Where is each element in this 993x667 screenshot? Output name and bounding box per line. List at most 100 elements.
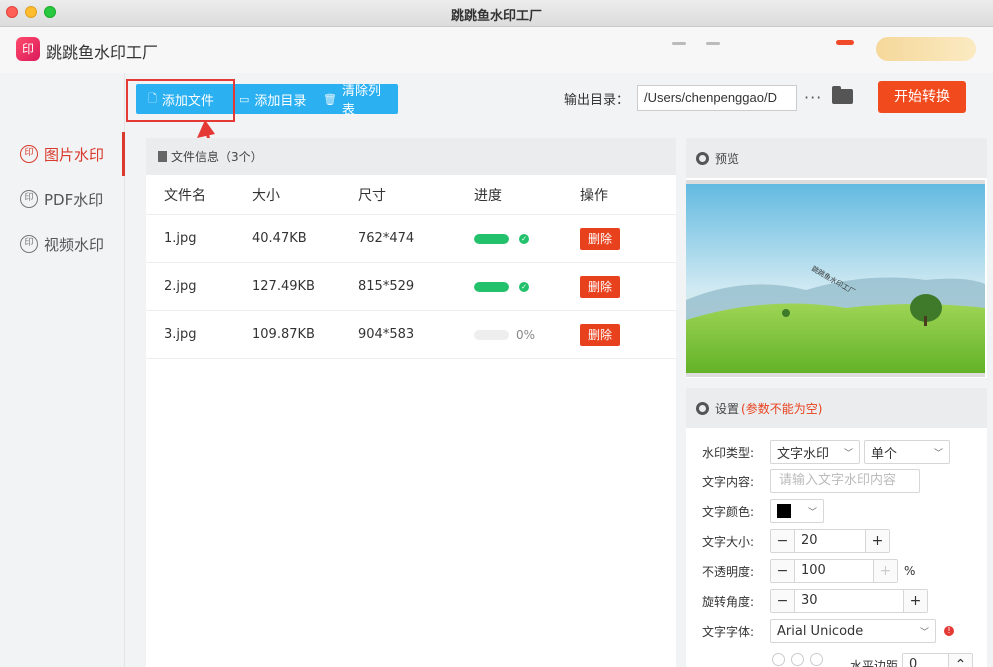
add-directory-label: 添加目录	[254, 93, 307, 109]
check-icon: ✓	[519, 281, 529, 292]
file-name-cell: 1.jpg	[164, 231, 197, 246]
app-name: 跳跳鱼水印工厂	[46, 43, 159, 62]
watermark-type-label: 水印类型:	[702, 445, 755, 460]
file-panel-title: 文件信息（3个）	[171, 150, 263, 164]
font-row: 文字字体: Arial Unicode ﹀ !	[702, 619, 954, 643]
progress-bar	[474, 281, 509, 292]
check-icon: ✓	[519, 233, 529, 244]
more-options-button[interactable]: ···	[804, 88, 822, 107]
font-select[interactable]: Arial Unicode ﹀	[770, 619, 936, 643]
font-label: 文字字体:	[702, 624, 755, 639]
file-dims-cell: 762*474	[358, 231, 415, 246]
progress-fill	[474, 281, 509, 292]
table-row: 2.jpg 127.49KB 815*529 ✓ 删除	[146, 263, 676, 311]
column-header: 进度	[474, 187, 502, 204]
column-header: 大小	[252, 187, 280, 204]
error-icon: !	[944, 626, 954, 636]
sidebar-item-label: 视频水印	[44, 235, 105, 254]
start-convert-button[interactable]: 开始转换	[878, 81, 966, 113]
delete-button[interactable]: 删除	[580, 323, 621, 346]
preview-panel: 预览 跳跳鱼水印工厂	[686, 138, 987, 378]
rotation-input[interactable]: 30	[794, 590, 904, 612]
watermark-type-select[interactable]: 文字水印 ﹀	[770, 440, 860, 464]
position-options	[772, 653, 823, 666]
horizontal-margin-stepper-button[interactable]: ⌃	[949, 654, 973, 667]
header-menu-icon[interactable]	[672, 42, 686, 45]
table-row: 1.jpg 40.47KB 762*474 ✓ 删除	[146, 215, 676, 263]
text-size-input[interactable]: 20	[794, 530, 866, 552]
settings-panel: 设置 (参数不能为空) 水印类型: 文字水印 ﹀ 单个 ﹀ 文字内容: 请输入文…	[686, 388, 987, 667]
horizontal-margin-label: 水平边距	[850, 658, 899, 667]
trash-icon: 🗑	[323, 92, 337, 106]
header-vip-badge[interactable]	[876, 37, 976, 61]
increase-opacity-button[interactable]: +	[874, 560, 897, 582]
decrease-rotation-button[interactable]: −	[771, 590, 794, 612]
column-header: 文件名	[164, 187, 206, 204]
settings-header: 设置 (参数不能为空)	[686, 388, 987, 428]
app-header: 印 跳跳鱼水印工厂	[0, 27, 993, 73]
table-header: 文件名 大小 尺寸 进度 操作	[146, 175, 676, 215]
app-logo-icon: 印	[16, 37, 40, 61]
increase-size-button[interactable]: +	[866, 530, 889, 552]
text-size-label: 文字大小:	[702, 534, 755, 549]
clear-list-button[interactable]: 🗑 清除列表	[315, 84, 398, 118]
file-name-cell: 3.jpg	[164, 327, 197, 342]
delete-button[interactable]: 删除	[580, 275, 621, 298]
progress-cell: 0%	[474, 328, 580, 342]
opacity-input[interactable]: 100	[794, 560, 874, 582]
open-folder-icon[interactable]	[832, 86, 853, 104]
font-value: Arial Unicode	[777, 623, 864, 639]
action-cell: 删除	[580, 227, 676, 250]
clear-list-label: 清除列表	[341, 84, 381, 118]
annotation-highlight-box	[126, 79, 235, 122]
progress-percent: 0%	[516, 327, 536, 342]
text-content-input[interactable]: 请输入文字水印内容	[770, 469, 920, 493]
file-dims-cell: 815*529	[358, 279, 415, 294]
decrease-opacity-button[interactable]: −	[771, 560, 794, 582]
sidebar-item-label: 图片水印	[44, 145, 105, 164]
chevron-down-icon: ﹀	[919, 627, 929, 638]
progress-fill	[474, 233, 509, 244]
progress-bar	[474, 329, 509, 340]
gear-icon	[696, 401, 709, 415]
horizontal-margin-input[interactable]: 0	[903, 654, 950, 667]
text-color-picker[interactable]: ﹀	[770, 499, 824, 523]
file-size-cell: 127.49KB	[252, 279, 315, 294]
action-cell: 删除	[580, 323, 676, 346]
watermark-mode-select[interactable]: 单个 ﹀	[864, 440, 950, 464]
stamp-icon: 印	[20, 190, 38, 208]
chevron-down-icon: ﹀	[807, 507, 817, 518]
horizontal-margin-stepper: 0 ⌃	[902, 653, 974, 667]
action-cell: 删除	[580, 275, 676, 298]
sidebar-item-image-watermark[interactable]: 印 图片水印	[0, 132, 125, 176]
file-size-cell: 40.47KB	[252, 231, 307, 246]
increase-rotation-button[interactable]: +	[904, 590, 927, 612]
table-row: 3.jpg 109.87KB 904*583 0% 删除	[146, 311, 676, 359]
opacity-row: 不透明度: − 100 + %	[702, 559, 915, 583]
file-name-cell: 2.jpg	[164, 279, 197, 294]
settings-title: 设置	[715, 401, 740, 416]
gear-icon	[696, 151, 709, 165]
preview-title: 预览	[715, 151, 740, 166]
opacity-unit: %	[904, 564, 916, 578]
sidebar-item-pdf-watermark[interactable]: 印 PDF水印	[0, 177, 125, 221]
position-radio[interactable]	[810, 653, 823, 666]
decrease-size-button[interactable]: −	[771, 530, 794, 552]
sidebar-item-label: PDF水印	[44, 190, 104, 209]
watermark-mode-value: 单个	[871, 446, 898, 462]
document-icon	[158, 151, 167, 162]
output-dir-input[interactable]: /Users/chenpenggao/D	[637, 85, 797, 111]
header-notification-icon[interactable]	[836, 40, 854, 45]
progress-cell: ✓	[474, 233, 580, 244]
add-directory-button[interactable]: ▭ 添加目录	[231, 84, 315, 114]
delete-button[interactable]: 删除	[580, 227, 621, 250]
file-panel-header: 文件信息（3个）	[146, 138, 676, 175]
sidebar-item-video-watermark[interactable]: 印 视频水印	[0, 222, 125, 266]
file-size-cell: 109.87KB	[252, 327, 315, 342]
window-titlebar: 跳跳鱼水印工厂	[0, 0, 993, 27]
header-minimize-icon[interactable]	[706, 42, 720, 45]
position-radio[interactable]	[791, 653, 804, 666]
chevron-down-icon: ﹀	[933, 448, 943, 459]
progress-bar	[474, 233, 509, 244]
position-radio[interactable]	[772, 653, 785, 666]
